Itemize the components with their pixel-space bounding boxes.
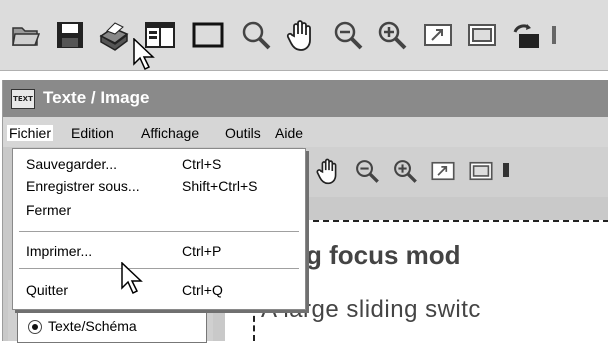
- zoom-in-icon[interactable]: [391, 157, 419, 185]
- window-titlebar: TEXT Texte / Image: [3, 80, 608, 117]
- menu-item-sauvegarder[interactable]: Sauvegarder... Ctrl+S: [13, 153, 305, 175]
- menu-affichage[interactable]: Affichage: [141, 125, 199, 141]
- selection-top-border: [253, 220, 608, 222]
- menu-bar: Fichier Edition Affichage Outils Aide: [3, 117, 608, 147]
- window-title: Texte / Image: [43, 88, 150, 107]
- menu-separator: [19, 231, 299, 233]
- print-icon[interactable]: [94, 12, 134, 58]
- main-toolbar: [0, 0, 608, 71]
- mouse-cursor-icon: [133, 38, 155, 71]
- menu-item-label: Quitter: [26, 282, 69, 298]
- menu-item-shortcut: Ctrl+P: [182, 243, 222, 259]
- rotate-icon[interactable]: [501, 157, 511, 185]
- magnifier-icon[interactable]: [236, 12, 276, 58]
- menu-edition[interactable]: Edition: [71, 125, 114, 141]
- menu-item-label: Fermer: [26, 202, 72, 218]
- zoom-out-icon[interactable]: [328, 12, 368, 58]
- mouse-cursor-icon: [121, 262, 143, 295]
- window-icon[interactable]: [462, 12, 502, 58]
- app-icon: TEXT: [11, 89, 35, 109]
- menu-item-fermer[interactable]: Fermer: [13, 199, 305, 221]
- menu-aide[interactable]: Aide: [275, 125, 303, 141]
- toolbar-overflow-icon: [552, 12, 564, 58]
- menu-outils[interactable]: Outils: [225, 125, 261, 141]
- window-icon[interactable]: [467, 157, 495, 185]
- menu-item-label: Sauvegarder...: [26, 156, 118, 172]
- texte-schema-label: Texte/Schéma: [48, 318, 137, 334]
- menu-item-label: Enregistrer sous...: [26, 178, 140, 194]
- rectangle-select-icon[interactable]: [188, 12, 228, 58]
- menu-separator: [19, 268, 299, 270]
- fit-icon[interactable]: [429, 157, 457, 185]
- menu-item-enregistrer-sous[interactable]: Enregistrer sous... Shift+Ctrl+S: [13, 175, 305, 197]
- menu-item-label: Imprimer...: [26, 243, 93, 259]
- zoom-in-icon[interactable]: [372, 12, 412, 58]
- menu-item-shortcut: Ctrl+S: [182, 156, 222, 172]
- fit-icon[interactable]: [418, 12, 458, 58]
- menu-item-shortcut: Shift+Ctrl+S: [182, 178, 258, 194]
- menu-item-imprimer[interactable]: Imprimer... Ctrl+P: [13, 240, 305, 262]
- mode-radio-group: Texte/Schéma: [17, 312, 207, 343]
- menu-fichier[interactable]: Fichier: [7, 125, 54, 141]
- inner-toolbar: [303, 147, 608, 197]
- save-icon[interactable]: [50, 12, 90, 58]
- menu-item-shortcut: Ctrl+Q: [182, 282, 223, 298]
- zoom-out-icon[interactable]: [353, 157, 381, 185]
- menu-item-quitter[interactable]: Quitter Ctrl+Q: [13, 279, 305, 301]
- rotate-icon[interactable]: [506, 12, 546, 58]
- fichier-menu: Sauvegarder... Ctrl+S Enregistrer sous..…: [12, 148, 306, 310]
- hand-icon[interactable]: [315, 157, 343, 185]
- hand-icon[interactable]: [282, 12, 322, 58]
- texte-schema-radio[interactable]: [28, 320, 42, 334]
- open-folder-icon[interactable]: [6, 12, 46, 58]
